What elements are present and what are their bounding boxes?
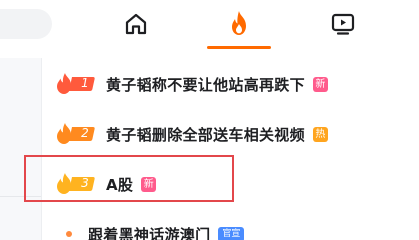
side-panel — [0, 58, 42, 240]
search-bar[interactable] — [0, 9, 52, 39]
home-icon[interactable] — [123, 11, 149, 37]
active-tab-indicator — [207, 46, 271, 49]
bullet-dot-icon — [66, 231, 72, 237]
rank-number: 1 — [81, 76, 89, 90]
hot-list-item[interactable]: 跟着黑神话游澳门 官宣 — [56, 219, 245, 240]
hot-list-item[interactable]: 2 黄子韬删除全部送车相关视频 热 — [56, 119, 328, 149]
hot-item-title[interactable]: 跟着黑神话游澳门 — [88, 224, 210, 240]
highlight-annotation-box — [24, 155, 234, 202]
official-badge: 官宣 — [218, 226, 245, 240]
rank-number: 2 — [81, 126, 89, 140]
hot-search-page: 1 黄子韬称不要让他站高再跌下 新 2 黄子韬删除全部送车相关视频 热 3 A股… — [0, 0, 419, 240]
hot-list-item[interactable]: 1 黄子韬称不要让他站高再跌下 新 — [56, 69, 328, 99]
flame-icon[interactable] — [226, 9, 252, 37]
rank-badge: 2 — [56, 122, 96, 146]
video-icon[interactable] — [330, 11, 356, 37]
hot-item-title[interactable]: 黄子韬删除全部送车相关视频 — [106, 124, 305, 145]
new-badge: 新 — [312, 76, 328, 92]
hot-item-title[interactable]: 黄子韬称不要让他站高再跌下 — [106, 74, 305, 95]
hot-badge: 热 — [312, 126, 328, 142]
rank-badge: 1 — [56, 72, 96, 96]
